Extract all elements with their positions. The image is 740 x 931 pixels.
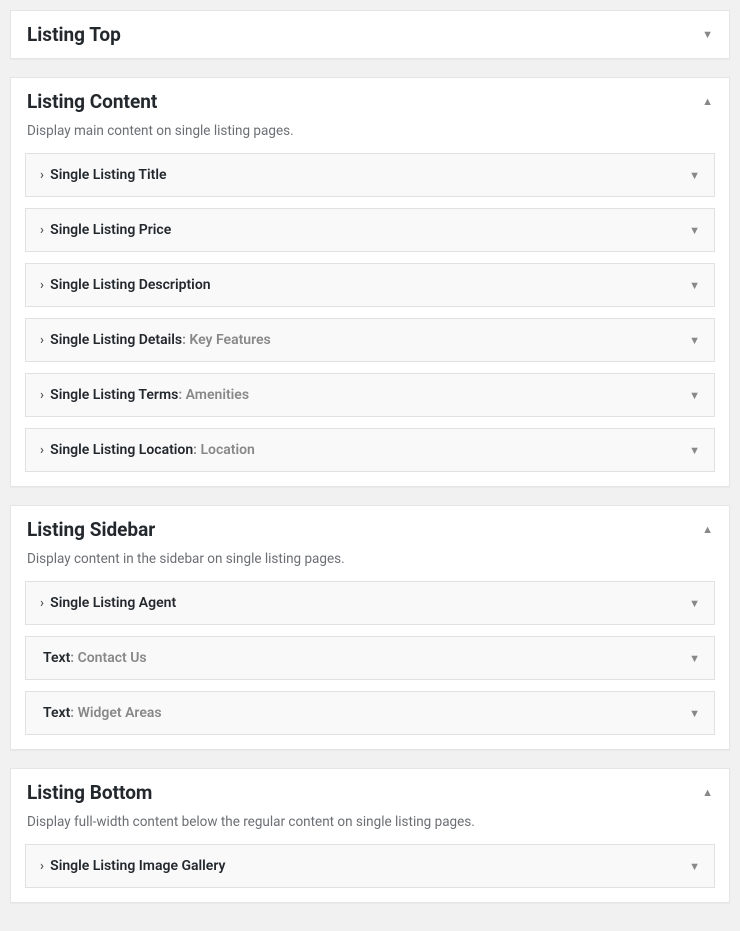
widget-single-listing-terms[interactable]: › Single Listing Terms: Amenities ▼ <box>25 373 715 417</box>
section-description: Display full-width content below the reg… <box>11 814 729 844</box>
widget-single-listing-title[interactable]: › Single Listing Title ▼ <box>25 153 715 197</box>
section-header-listing-content[interactable]: Listing Content ▲ <box>11 78 729 123</box>
widget-text-widget-areas[interactable]: Text: Widget Areas ▼ <box>25 691 715 735</box>
chevron-right-icon: › <box>40 168 47 183</box>
widget-suffix: : Key Features <box>182 332 271 348</box>
chevron-down-icon: ▼ <box>689 652 700 665</box>
widget-label: › Single Listing Terms: Amenities <box>40 387 249 403</box>
widget-list: › Single Listing Image Gallery ▼ <box>11 844 729 902</box>
widget-label-text: Text <box>43 650 70 666</box>
chevron-right-icon: › <box>40 596 47 611</box>
chevron-down-icon: ▼ <box>689 334 700 347</box>
section-description: Display main content on single listing p… <box>11 123 729 153</box>
widget-label-text: Single Listing Title <box>50 167 166 183</box>
widget-label-text: Single Listing Image Gallery <box>50 858 225 874</box>
widget-label-text: Single Listing Price <box>50 222 171 238</box>
section-listing-bottom: Listing Bottom ▲ Display full-width cont… <box>10 768 730 903</box>
chevron-right-icon: › <box>40 278 47 293</box>
widget-list: › Single Listing Title ▼ › Single Listin… <box>11 153 729 486</box>
widget-single-listing-description[interactable]: › Single Listing Description ▼ <box>25 263 715 307</box>
widget-suffix: : Amenities <box>178 387 249 403</box>
chevron-right-icon: › <box>40 388 47 403</box>
widget-label: › Single Listing Details: Key Features <box>40 332 271 348</box>
widget-single-listing-image-gallery[interactable]: › Single Listing Image Gallery ▼ <box>25 844 715 888</box>
section-header-listing-sidebar[interactable]: Listing Sidebar ▲ <box>11 506 729 551</box>
widget-suffix: : Widget Areas <box>70 705 161 721</box>
widget-label: › Single Listing Price <box>40 222 171 238</box>
chevron-down-icon: ▼ <box>689 444 700 457</box>
section-description: Display content in the sidebar on single… <box>11 551 729 581</box>
widget-label-text: Text <box>43 705 70 721</box>
widget-label: Text: Widget Areas <box>40 705 162 721</box>
chevron-down-icon: ▼ <box>689 279 700 292</box>
widget-label: › Single Listing Description <box>40 277 211 293</box>
section-listing-top: Listing Top ▼ <box>10 10 730 59</box>
widget-label-text: Single Listing Details <box>50 332 182 348</box>
widget-suffix: : Contact Us <box>70 650 146 666</box>
chevron-up-icon: ▲ <box>702 95 713 108</box>
section-title: Listing Bottom <box>27 781 152 804</box>
widget-single-listing-agent[interactable]: › Single Listing Agent ▼ <box>25 581 715 625</box>
widget-label-text: Single Listing Description <box>50 277 210 293</box>
widget-single-listing-price[interactable]: › Single Listing Price ▼ <box>25 208 715 252</box>
chevron-right-icon: › <box>40 223 47 238</box>
widget-suffix: : Location <box>193 442 255 458</box>
chevron-down-icon: ▼ <box>689 597 700 610</box>
widget-label: › Single Listing Location: Location <box>40 442 255 458</box>
widget-single-listing-details[interactable]: › Single Listing Details: Key Features ▼ <box>25 318 715 362</box>
widget-label: › Single Listing Image Gallery <box>40 858 225 874</box>
section-title: Listing Top <box>27 23 121 46</box>
widget-label: Text: Contact Us <box>40 650 147 666</box>
section-listing-sidebar: Listing Sidebar ▲ Display content in the… <box>10 505 730 750</box>
chevron-up-icon: ▲ <box>702 786 713 799</box>
chevron-down-icon: ▼ <box>689 224 700 237</box>
chevron-down-icon: ▼ <box>689 389 700 402</box>
widget-text-contact-us[interactable]: Text: Contact Us ▼ <box>25 636 715 680</box>
widget-label-text: Single Listing Location <box>50 442 193 458</box>
widget-label-text: Single Listing Terms <box>50 387 178 403</box>
section-title: Listing Content <box>27 90 157 113</box>
widget-label: › Single Listing Title <box>40 167 167 183</box>
section-listing-content: Listing Content ▲ Display main content o… <box>10 77 730 487</box>
chevron-right-icon: › <box>40 443 47 458</box>
widget-label-text: Single Listing Agent <box>50 595 176 611</box>
chevron-down-icon: ▼ <box>689 860 700 873</box>
section-header-listing-top[interactable]: Listing Top ▼ <box>11 11 729 58</box>
chevron-right-icon: › <box>40 859 47 874</box>
chevron-up-icon: ▲ <box>702 523 713 536</box>
section-header-listing-bottom[interactable]: Listing Bottom ▲ <box>11 769 729 814</box>
widget-label: › Single Listing Agent <box>40 595 176 611</box>
widget-single-listing-location[interactable]: › Single Listing Location: Location ▼ <box>25 428 715 472</box>
section-title: Listing Sidebar <box>27 518 155 541</box>
chevron-right-icon: › <box>40 333 47 348</box>
chevron-down-icon: ▼ <box>689 169 700 182</box>
chevron-down-icon: ▼ <box>689 707 700 720</box>
widget-list: › Single Listing Agent ▼ Text: Contact U… <box>11 581 729 749</box>
chevron-down-icon: ▼ <box>702 28 713 41</box>
